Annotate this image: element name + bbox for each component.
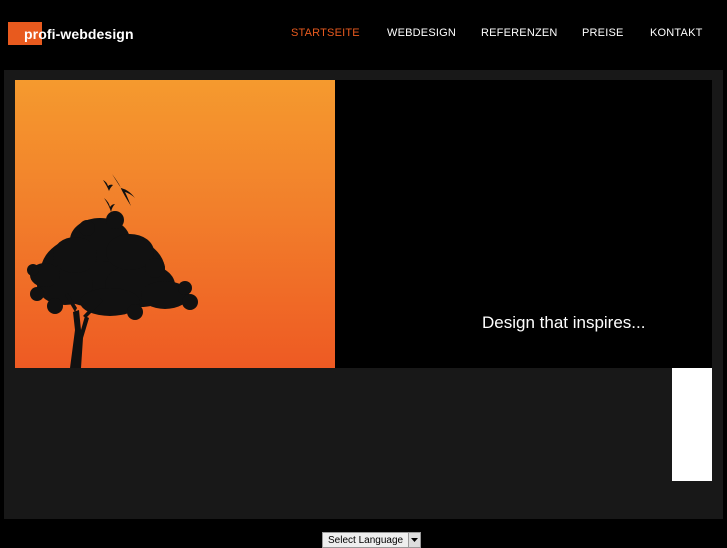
logo-text: profi-webdesign: [24, 25, 134, 42]
side-panel: [672, 368, 712, 481]
bird-shape: [112, 174, 135, 206]
tree-silhouette-image: [27, 174, 198, 368]
hero-banner: Design that inspires...: [15, 80, 712, 368]
hero-tagline: Design that inspires...: [482, 313, 646, 332]
nav-preise[interactable]: PREISE: [582, 27, 624, 39]
nav-kontakt[interactable]: KONTAKT: [650, 27, 703, 39]
main-content: Design that inspires...: [4, 70, 723, 519]
bird-shape: [104, 198, 115, 212]
hero-image: [15, 80, 335, 368]
bird-shape: [103, 180, 113, 191]
tree-trunk: [70, 310, 89, 368]
language-select[interactable]: Select Language: [322, 532, 422, 548]
site-logo[interactable]: profi-webdesign: [8, 22, 134, 45]
nav-referenzen[interactable]: REFERENZEN: [481, 27, 558, 39]
nav-startseite[interactable]: STARTSEITE: [291, 27, 360, 39]
site-header: profi-webdesign STARTSEITE WEBDESIGN REF…: [0, 0, 727, 70]
nav-webdesign[interactable]: WEBDESIGN: [387, 27, 456, 39]
